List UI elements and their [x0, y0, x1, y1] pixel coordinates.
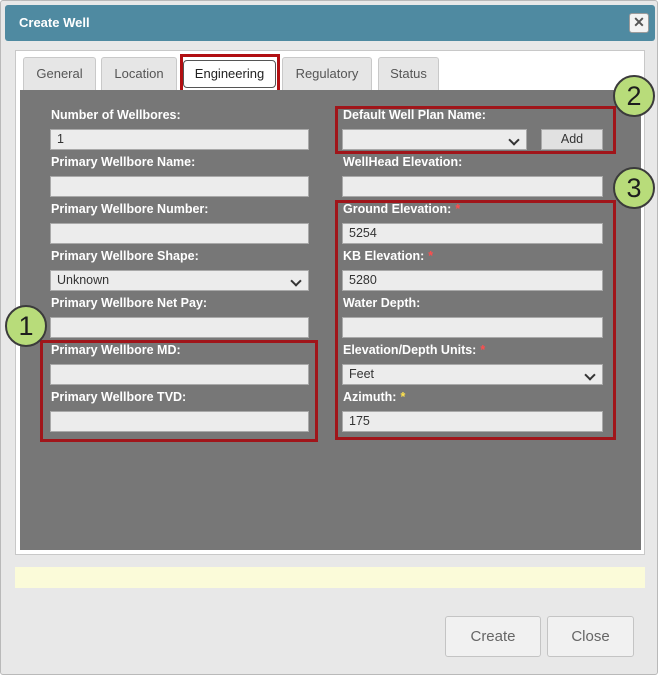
- primary-wellbore-name-input[interactable]: [50, 176, 309, 197]
- tab-general[interactable]: General: [23, 57, 96, 90]
- primary-wellbore-net-pay-input[interactable]: [50, 317, 309, 338]
- callout-2: 2: [613, 75, 655, 117]
- label-number-of-wellbores: Number of Wellbores:: [51, 108, 181, 122]
- status-message-bar: [15, 567, 645, 588]
- tab-location[interactable]: Location: [101, 57, 177, 90]
- primary-wellbore-shape-select[interactable]: Unknown: [50, 270, 309, 291]
- label-primary-wellbore-name: Primary Wellbore Name:: [51, 155, 196, 169]
- label-primary-wellbore-net-pay: Primary Wellbore Net Pay:: [51, 296, 208, 310]
- close-icon[interactable]: ✕: [629, 13, 649, 33]
- label-wellhead-elevation: WellHead Elevation:: [343, 155, 463, 169]
- highlight-box-1: [40, 340, 318, 442]
- label-primary-wellbore-shape: Primary Wellbore Shape:: [51, 249, 199, 263]
- label-primary-wellbore-number: Primary Wellbore Number:: [51, 202, 209, 216]
- tab-regulatory[interactable]: Regulatory: [282, 57, 372, 90]
- callout-3: 3: [613, 167, 655, 209]
- wellhead-elevation-input[interactable]: [342, 176, 603, 197]
- create-button[interactable]: Create: [445, 616, 541, 657]
- number-of-wellbores-input[interactable]: 1: [50, 129, 309, 150]
- callout-1: 1: [5, 305, 47, 347]
- dialog-title: Create Well: [19, 15, 90, 30]
- create-well-dialog: Create Well ✕ General Location Engineeri…: [0, 0, 658, 675]
- highlight-box-3: [335, 200, 616, 440]
- close-button[interactable]: Close: [547, 616, 634, 657]
- highlight-box-2: [335, 106, 616, 154]
- tab-status[interactable]: Status: [378, 57, 439, 90]
- active-tab-highlight: [180, 54, 280, 93]
- dialog-titlebar: Create Well ✕: [5, 5, 655, 41]
- primary-wellbore-number-input[interactable]: [50, 223, 309, 244]
